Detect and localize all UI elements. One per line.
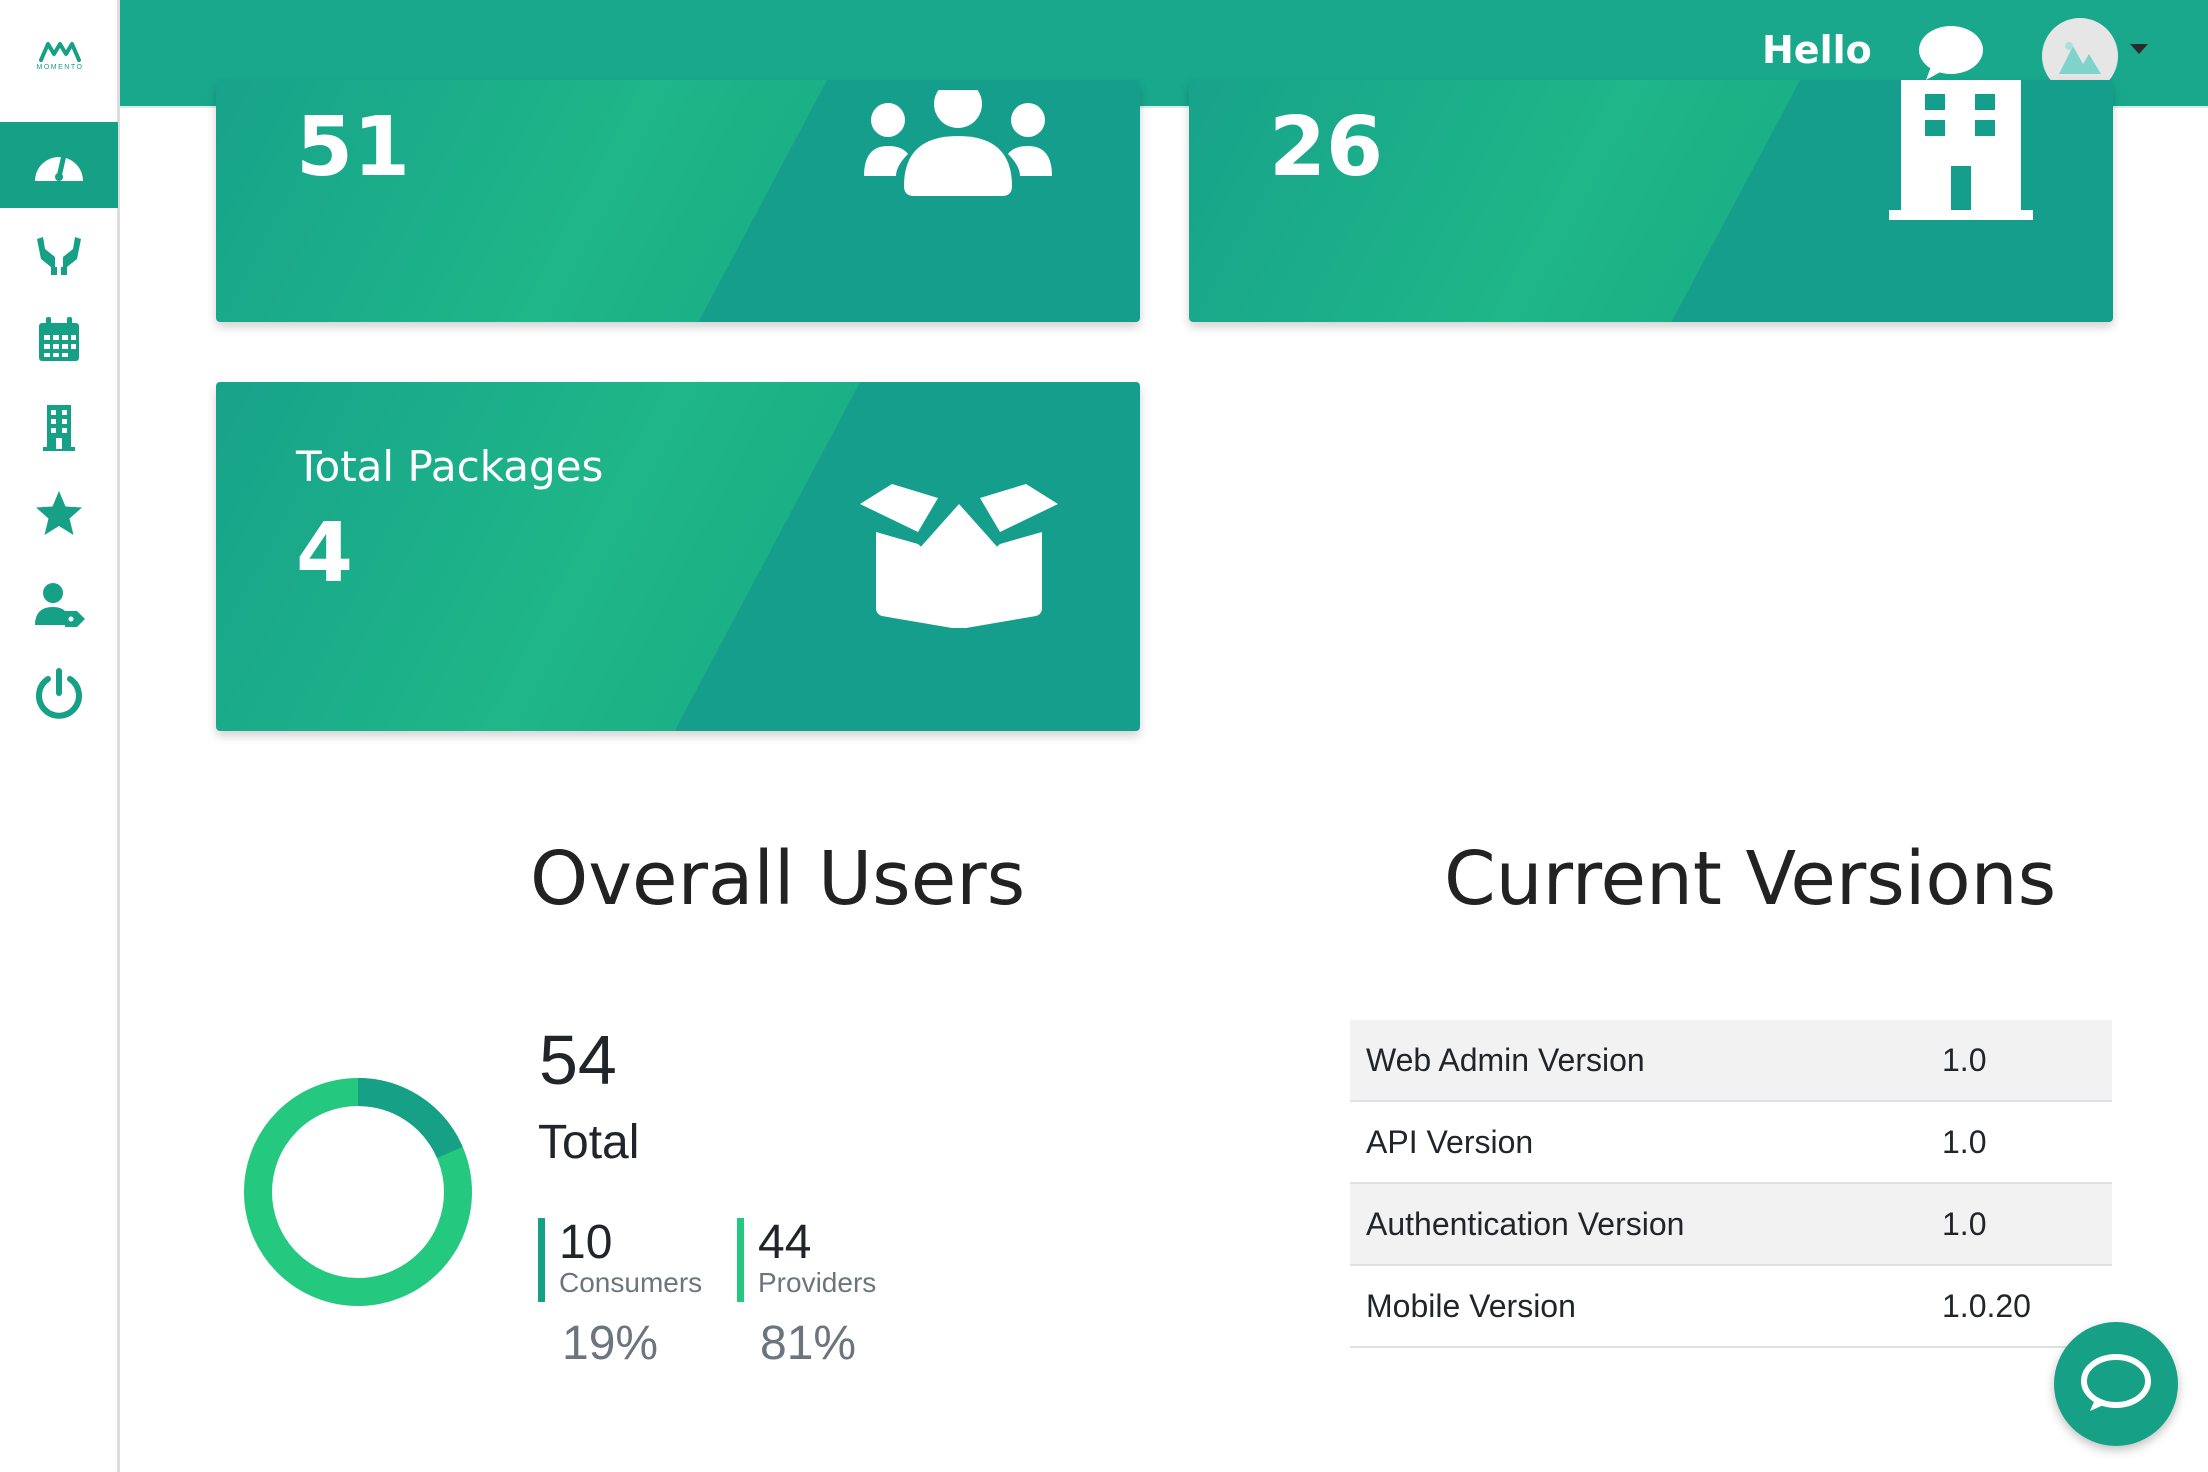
sidebar-item-calendar[interactable] xyxy=(0,296,118,382)
version-value: 1.0 xyxy=(1926,1183,2112,1266)
consumers-percent: 19% xyxy=(562,1317,659,1370)
current-versions-title: Current Versions xyxy=(1444,836,2057,922)
building-icon xyxy=(43,405,75,451)
consumers-count: 10 xyxy=(559,1216,613,1269)
version-name: Authentication Version xyxy=(1350,1183,1926,1266)
sidebar: MOMENTO xyxy=(0,0,120,1472)
image-placeholder-icon xyxy=(2059,42,2101,74)
version-value: 1.0 xyxy=(1926,1101,2112,1184)
dashboard-gauge-icon xyxy=(35,152,83,181)
table-row: Web Admin Version 1.0 xyxy=(1350,1020,2112,1102)
stat-card-buildings: 26 xyxy=(1189,80,2113,322)
version-value: 1.0 xyxy=(1926,1020,2112,1102)
users-donut-chart xyxy=(244,1078,472,1306)
star-icon xyxy=(36,491,82,535)
consumers-label: Consumers xyxy=(559,1267,703,1298)
sidebar-item-user-tags[interactable] xyxy=(0,562,118,648)
version-name: Web Admin Version xyxy=(1350,1020,1926,1102)
user-tag-icon xyxy=(35,583,85,627)
chat-bubble-icon[interactable] xyxy=(1918,24,1984,82)
card-value: 4 xyxy=(296,506,354,601)
version-name: Mobile Version xyxy=(1350,1265,1926,1348)
open-box-icon xyxy=(860,484,1058,628)
power-icon xyxy=(36,668,82,719)
table-row: Mobile Version 1.0.20 xyxy=(1350,1265,2112,1348)
table-row: Authentication Version 1.0 xyxy=(1350,1183,2112,1266)
greeting-text: Hello xyxy=(1762,28,1872,72)
sidebar-item-reviews[interactable] xyxy=(0,472,118,558)
building-icon xyxy=(1889,80,2033,220)
users-icon xyxy=(864,90,1052,196)
providers-percent: 81% xyxy=(760,1317,857,1370)
consumers-stat: 10 Consumers xyxy=(538,1218,702,1302)
sidebar-item-logout[interactable] xyxy=(0,650,118,736)
logo-text: MOMENTO xyxy=(36,63,84,71)
calendar-icon xyxy=(39,317,79,361)
sidebar-item-dashboard[interactable] xyxy=(0,122,118,208)
version-name: API Version xyxy=(1350,1101,1926,1184)
stat-card-users: 51 xyxy=(216,80,1140,322)
overall-users-title: Overall Users xyxy=(530,836,1026,922)
providers-label: Providers xyxy=(758,1267,877,1298)
providers-stat: 44 Providers xyxy=(737,1218,876,1302)
floating-chat-button[interactable] xyxy=(2054,1322,2178,1446)
card-label: Total Packages xyxy=(296,442,604,491)
table-row: API Version 1.0 xyxy=(1350,1101,2112,1184)
total-users-count: 54 xyxy=(539,1021,617,1099)
providers-count: 44 xyxy=(758,1216,812,1269)
card-value: 26 xyxy=(1269,100,1384,195)
logo-mark-icon xyxy=(39,41,81,62)
momento-logo[interactable]: MOMENTO xyxy=(0,0,120,110)
chat-bubble-icon xyxy=(2081,1354,2151,1411)
hands-icon xyxy=(37,237,81,275)
chevron-down-icon[interactable] xyxy=(2130,44,2148,54)
total-users-label: Total xyxy=(538,1116,640,1169)
versions-table: Web Admin Version 1.0 API Version 1.0 Au… xyxy=(1350,1020,2112,1348)
card-value: 51 xyxy=(296,100,411,195)
stat-card-packages: Total Packages 4 xyxy=(216,382,1140,731)
sidebar-item-buildings[interactable] xyxy=(0,384,118,470)
sidebar-item-services[interactable] xyxy=(0,210,118,296)
